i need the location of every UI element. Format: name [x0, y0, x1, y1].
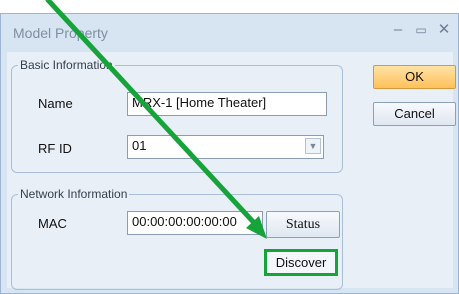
title-bar: Model Property – ▭ ✕	[1, 14, 458, 52]
network-information-legend: Network Information	[18, 187, 130, 201]
maximize-icon[interactable]: ▭	[412, 21, 430, 39]
discover-button[interactable]: Discover	[264, 249, 338, 276]
mac-label: MAC	[38, 216, 67, 231]
rfid-label: RF ID	[38, 141, 72, 156]
window-title: Model Property	[13, 25, 108, 41]
ok-button[interactable]: OK	[373, 65, 456, 89]
basic-information-legend: Basic Information	[18, 58, 115, 72]
close-icon[interactable]: ✕	[435, 21, 453, 39]
cancel-button[interactable]: Cancel	[373, 102, 456, 126]
minimize-icon[interactable]: –	[389, 21, 407, 39]
name-label: Name	[38, 96, 73, 111]
rfid-value: 01	[132, 138, 147, 153]
status-button[interactable]: Status	[266, 211, 340, 238]
name-input[interactable]: MRX-1 [Home Theater]	[127, 92, 327, 116]
rfid-select[interactable]: 01 ▼	[127, 135, 324, 159]
chevron-down-icon[interactable]: ▼	[305, 138, 321, 154]
mac-input[interactable]: 00:00:00:00:00:00	[127, 211, 263, 235]
